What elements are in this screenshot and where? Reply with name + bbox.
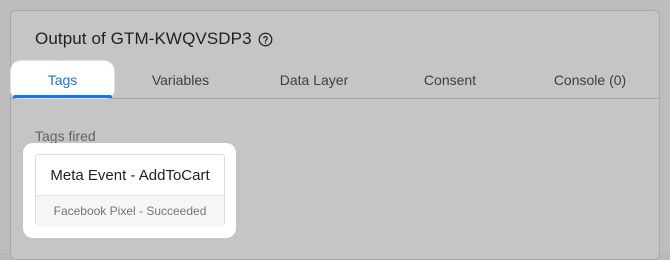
tab-tags[interactable]: Tags [11,61,114,98]
tab-data-layer-label: Data Layer [279,71,349,88]
active-tab-indicator [13,95,112,98]
tab-variables[interactable]: Variables [126,61,235,98]
highlighted-tag-area: Meta Event - AddToCart Facebook Pixel - … [23,143,236,238]
tab-consent[interactable]: Consent [393,61,507,98]
tab-variables-label: Variables [151,71,210,88]
page-title: Output of GTM-KWQVSDP3 [35,29,252,48]
tags-fired-heading: Tags fired [35,128,96,144]
tab-console[interactable]: Console (0) [529,61,651,98]
tab-bar: Tags Variables Data Layer Consent Consol… [11,61,661,99]
tab-consent-label: Consent [423,71,477,88]
tag-name: Meta Event - AddToCart [50,166,210,184]
dimmed-background: Output of GTM-KWQVSDP3 Tags Variables Da… [0,0,670,260]
tab-tags-label: Tags [47,71,78,88]
help-circle-icon[interactable] [258,31,274,47]
output-panel: Output of GTM-KWQVSDP3 Tags Variables Da… [10,10,661,260]
panel-header: Output of GTM-KWQVSDP3 [35,27,274,51]
tab-console-label: Console (0) [553,71,627,88]
tag-status: Facebook Pixel - Succeeded [36,195,224,226]
tag-card[interactable]: Meta Event - AddToCart Facebook Pixel - … [35,154,225,226]
tab-data-layer[interactable]: Data Layer [257,61,371,98]
